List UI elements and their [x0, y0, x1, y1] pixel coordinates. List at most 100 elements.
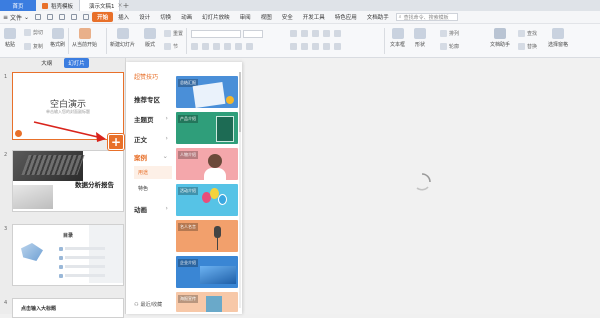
- bullet-icon: [59, 274, 63, 278]
- indent-icon[interactable]: [312, 30, 319, 37]
- template-event-intro[interactable]: 活动介绍: [176, 184, 238, 216]
- menu-dev-tools[interactable]: 开发工具: [298, 13, 330, 21]
- paste-button[interactable]: 粘贴: [4, 28, 16, 48]
- reset-button[interactable]: 重置: [164, 30, 183, 37]
- menu-security[interactable]: 安全: [277, 13, 298, 21]
- menu-review[interactable]: 审阅: [235, 13, 256, 21]
- italic-icon[interactable]: [202, 43, 209, 50]
- template-famous-quotes[interactable]: 名人名言: [176, 220, 238, 252]
- new-slide-button[interactable]: 新建幻灯片: [110, 28, 135, 48]
- tab-presentation-label: 演示文稿1: [89, 3, 115, 10]
- template-poster[interactable]: 海报宣传: [176, 292, 238, 312]
- bold-icon[interactable]: [191, 43, 198, 50]
- nav-cases[interactable]: 案例 ⌄: [134, 152, 168, 162]
- slide-title: 数据分析报告: [75, 181, 114, 189]
- outdent-icon[interactable]: [323, 30, 330, 37]
- numbered-list-icon[interactable]: [301, 30, 308, 37]
- align-left-icon[interactable]: [290, 43, 297, 50]
- font-family-select[interactable]: [191, 30, 241, 38]
- nav-animation[interactable]: 动画 ›: [134, 204, 168, 214]
- save-icon[interactable]: [35, 14, 42, 20]
- arrange-button[interactable]: 排列: [440, 30, 459, 37]
- menu-animation[interactable]: 动画: [176, 13, 197, 21]
- redo-icon[interactable]: [83, 14, 90, 20]
- template-scrollbar-thumb[interactable]: [239, 72, 241, 132]
- new-slide-label: 新建幻灯片: [110, 42, 136, 48]
- underline-icon[interactable]: [213, 43, 220, 50]
- replace-button[interactable]: 替换: [518, 43, 537, 50]
- new-tab-button[interactable]: +: [120, 0, 132, 11]
- textbox-button[interactable]: 文本框: [390, 28, 405, 48]
- person-image: [208, 154, 222, 168]
- tab-home[interactable]: 首页: [0, 0, 36, 11]
- strikethrough-icon[interactable]: [224, 43, 231, 50]
- undo-icon[interactable]: [71, 14, 78, 20]
- add-slide-button[interactable]: +: [108, 134, 124, 150]
- layout-button[interactable]: 版式: [144, 28, 156, 48]
- menu-transition[interactable]: 切换: [155, 13, 176, 21]
- search-input[interactable]: ⌕ 查找命令、搜索模板: [395, 13, 458, 21]
- menu-featured-apps[interactable]: 特色应用: [330, 13, 362, 21]
- person-body-image: [204, 168, 226, 180]
- nav-recommended[interactable]: 推荐专区: [134, 94, 168, 104]
- template-person-intro[interactable]: 人物介绍: [176, 148, 238, 180]
- menu-start[interactable]: 开始: [92, 12, 114, 22]
- line-spacing-icon[interactable]: [334, 30, 341, 37]
- find-button[interactable]: 查找: [518, 30, 537, 37]
- justify-icon[interactable]: [323, 43, 330, 50]
- paste-icon: [4, 28, 16, 39]
- file-menu[interactable]: ≡ 文件 ⌄: [0, 13, 32, 22]
- nav-sub-featured[interactable]: 特色: [134, 182, 172, 195]
- slide-thumbnail-3[interactable]: 目录: [12, 224, 124, 286]
- font-size-select[interactable]: [243, 30, 263, 38]
- font-color-icon[interactable]: [235, 43, 242, 50]
- doc-helper-label: 文档助手: [490, 42, 511, 48]
- nav-label: 主题页: [134, 116, 154, 124]
- highlight-icon[interactable]: [246, 43, 253, 50]
- align-right-icon[interactable]: [312, 43, 319, 50]
- slide-number: 2: [4, 152, 8, 158]
- layout-icon: [144, 28, 156, 39]
- nav-sub-usage[interactable]: 用途: [134, 166, 172, 179]
- nav-theme-pages[interactable]: 主题页 ›: [134, 114, 168, 124]
- reset-label: 重置: [173, 31, 184, 37]
- print-icon[interactable]: [47, 14, 54, 20]
- nav-label: 动画: [134, 206, 147, 214]
- tab-docer-templates[interactable]: 稻壳模板: [36, 0, 80, 11]
- menu-slideshow[interactable]: 幻灯片放映: [197, 13, 235, 21]
- template-company-intro[interactable]: 企业介绍: [176, 256, 238, 288]
- outline-button[interactable]: 轮廓: [440, 43, 459, 50]
- nav-body[interactable]: 正文 ›: [134, 134, 168, 144]
- select-pane-button[interactable]: 选择窗格: [548, 28, 568, 48]
- nav-label: 正文: [134, 136, 147, 144]
- columns-icon[interactable]: [334, 43, 341, 50]
- copy-button[interactable]: 复制: [24, 43, 43, 50]
- slide-thumbnail-4[interactable]: 点击输入大标题: [12, 298, 124, 318]
- format-painter-label: 格式刷: [50, 42, 66, 48]
- template-nav-header[interactable]: 超赞技巧: [134, 72, 158, 81]
- play-icon[interactable]: [15, 130, 22, 137]
- tab-slides[interactable]: 幻灯片: [64, 58, 89, 68]
- preview-icon[interactable]: [59, 14, 66, 20]
- cut-button[interactable]: 剪切: [24, 29, 43, 36]
- format-painter-button[interactable]: 格式刷: [50, 28, 65, 48]
- bullet-list-icon[interactable]: [290, 30, 297, 37]
- menu-insert[interactable]: 插入: [113, 13, 134, 21]
- tab-outline[interactable]: 大纲: [37, 58, 56, 68]
- menu-view[interactable]: 视图: [256, 13, 277, 21]
- menu-design[interactable]: 设计: [134, 13, 155, 21]
- doc-helper-button[interactable]: 文档助手: [490, 28, 510, 48]
- align-center-icon[interactable]: [301, 43, 308, 50]
- text-format-row: [191, 43, 253, 50]
- template-summary-report[interactable]: 总结汇报: [176, 76, 238, 108]
- play-from-current-button[interactable]: 从当前开始: [72, 28, 97, 48]
- tab-presentation1[interactable]: 演示文稿1 ×: [80, 0, 123, 11]
- recent-favorites-button[interactable]: ⚇ 最近/收藏: [134, 301, 162, 309]
- slide-title: 点击输入大标题: [21, 306, 57, 312]
- template-label: 产品介绍: [178, 115, 198, 123]
- slide-thumbnail-2[interactable]: 数据分析报告: [12, 150, 124, 212]
- menu-doc-helper[interactable]: 文档助手: [362, 13, 394, 21]
- section-button[interactable]: 节: [164, 43, 178, 50]
- shape-button[interactable]: 形状: [414, 28, 426, 48]
- template-product-intro[interactable]: 产品介绍: [176, 112, 238, 144]
